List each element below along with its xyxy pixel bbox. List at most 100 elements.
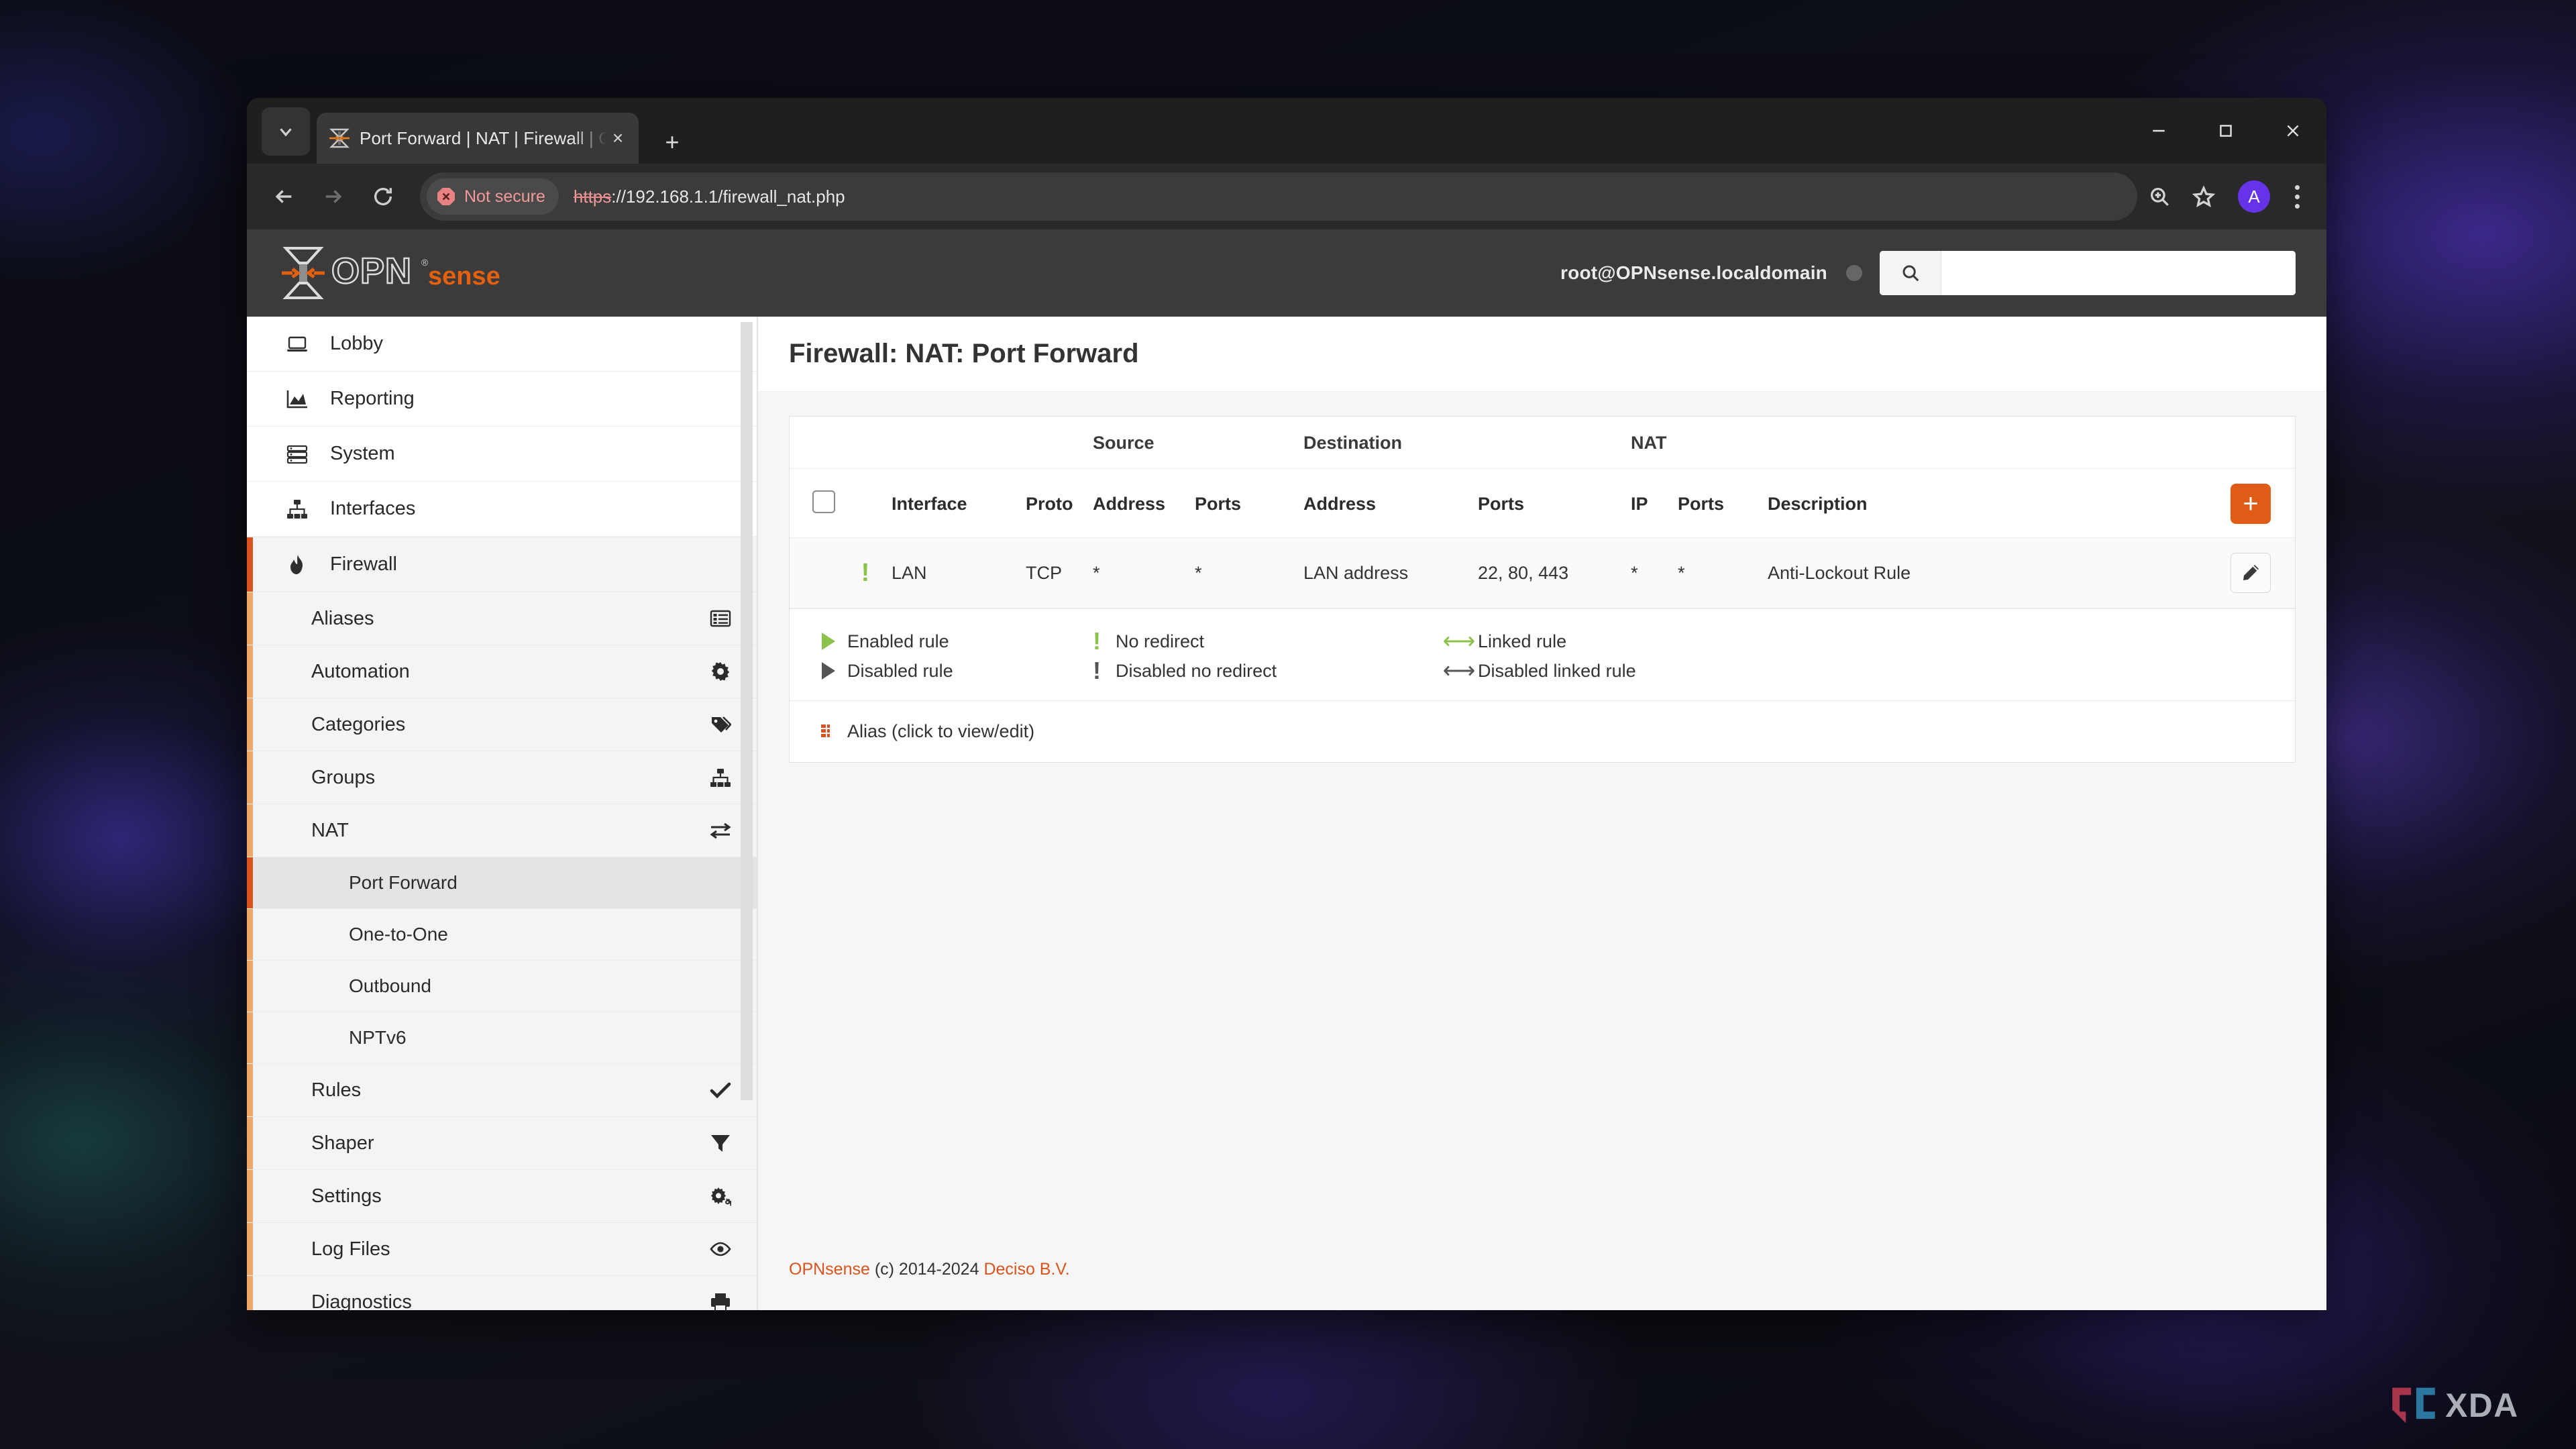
- footer-vendor-link[interactable]: Deciso B.V.: [983, 1260, 1069, 1279]
- fire-icon: [286, 553, 315, 576]
- reload-button[interactable]: [358, 172, 408, 221]
- sidebar-item-label: Log Files: [311, 1238, 703, 1260]
- add-rule-button[interactable]: +: [2231, 484, 2271, 524]
- col-nat-ports[interactable]: Ports: [1678, 469, 1768, 538]
- sidebar-item-rules[interactable]: Rules: [247, 1064, 758, 1117]
- edit-rule-button[interactable]: [2231, 553, 2271, 593]
- new-tab-button[interactable]: +: [657, 127, 687, 157]
- sidebar-item-one-to-one[interactable]: One-to-One: [247, 909, 758, 961]
- profile-avatar[interactable]: A: [2238, 180, 2270, 213]
- sidebar-scrollbar-track[interactable]: [741, 317, 756, 1310]
- sidebar: Lobby Reporting System: [247, 317, 758, 1310]
- row-proto: TCP: [1026, 538, 1093, 608]
- exclamation-grey-icon: !: [1078, 659, 1116, 683]
- sidebar-item-lobby[interactable]: Lobby: [247, 317, 758, 372]
- sidebar-scrollbar-thumb[interactable]: [741, 322, 753, 1100]
- sidebar-item-nat[interactable]: NAT: [247, 804, 758, 857]
- zoom-button[interactable]: [2137, 174, 2182, 219]
- window-controls: [2125, 98, 2326, 164]
- sidebar-item-system[interactable]: System: [247, 427, 758, 482]
- group-blank: [1195, 417, 1303, 469]
- col-interface[interactable]: Interface: [892, 469, 1026, 538]
- toolbar-right: A: [2137, 174, 2314, 219]
- group-blank: [892, 417, 1026, 469]
- search-input[interactable]: [1941, 251, 2296, 295]
- row-select-cell[interactable]: [790, 538, 839, 608]
- sidebar-item-automation[interactable]: Automation: [247, 645, 758, 698]
- search-button[interactable]: [1880, 251, 1941, 295]
- col-source-address[interactable]: Address: [1093, 469, 1195, 538]
- minimize-button[interactable]: [2125, 98, 2192, 164]
- browser-tab-active[interactable]: Port Forward | NAT | Firewall | O ×: [317, 113, 639, 164]
- arrow-right-icon: [322, 185, 345, 208]
- alias-note-label: Alias (click to view/edit): [847, 721, 1034, 742]
- header-search[interactable]: [1880, 251, 2296, 295]
- footer-brand-link[interactable]: OPNsense: [789, 1260, 870, 1279]
- group-blank: [1678, 417, 1768, 469]
- page-header: Firewall: NAT: Port Forward: [758, 317, 2326, 392]
- select-all-cell[interactable]: [790, 469, 839, 538]
- legend-label: Linked rule: [1478, 631, 1566, 652]
- maximize-button[interactable]: [2192, 98, 2259, 164]
- sidebar-item-reporting[interactable]: Reporting: [247, 372, 758, 427]
- browser-window: Port Forward | NAT | Firewall | O × +: [247, 98, 2326, 1310]
- col-nat-ip[interactable]: IP: [1631, 469, 1678, 538]
- forward-button[interactable]: [309, 172, 358, 221]
- not-secure-icon: [436, 186, 456, 207]
- col-description[interactable]: Description: [1768, 469, 2221, 538]
- col-dest-ports[interactable]: Ports: [1478, 469, 1631, 538]
- back-button[interactable]: [259, 172, 309, 221]
- sidebar-item-nptv6[interactable]: NPTv6: [247, 1012, 758, 1064]
- sidebar-item-interfaces[interactable]: Interfaces: [247, 482, 758, 537]
- exclamation-glyph: !: [1093, 629, 1101, 653]
- sidebar-item-label: Interfaces: [330, 498, 415, 520]
- list-alt-icon: [703, 608, 731, 629]
- opnsense-logo[interactable]: OPN sense ®: [282, 244, 503, 302]
- table-row[interactable]: ! LAN TCP * * LAN address 22, 80, 443 *: [790, 538, 2295, 608]
- alias-note[interactable]: Alias (click to view/edit): [790, 700, 2295, 762]
- triangle-shape: [822, 662, 835, 680]
- xda-logo-icon: XDA: [2388, 1385, 2544, 1426]
- kebab-dot: [2295, 185, 2300, 190]
- eye-icon: [703, 1238, 731, 1260]
- select-all-checkbox[interactable]: [812, 490, 835, 513]
- sidebar-item-diagnostics[interactable]: Diagnostics: [247, 1276, 758, 1310]
- sidebar-item-firewall[interactable]: Firewall: [247, 537, 758, 592]
- browser-menu-button[interactable]: [2279, 174, 2314, 219]
- sidebar-item-outbound[interactable]: Outbound: [247, 961, 758, 1012]
- sidebar-item-log-files[interactable]: Log Files: [247, 1223, 758, 1276]
- col-dest-address[interactable]: Address: [1303, 469, 1478, 538]
- col-source-ports[interactable]: Ports: [1195, 469, 1303, 538]
- arrows-glyph: ⟷: [1443, 659, 1476, 682]
- sidebar-item-label: Outbound: [349, 975, 431, 997]
- kebab-dot: [2295, 204, 2300, 209]
- sidebar-scroll-area: Lobby Reporting System: [247, 317, 758, 1310]
- tab-search-button[interactable]: [262, 107, 310, 156]
- sidebar-item-port-forward[interactable]: Port Forward: [247, 857, 758, 909]
- row-nat-ports: *: [1678, 538, 1768, 608]
- row-status-flag[interactable]: !: [839, 538, 892, 608]
- sidebar-item-aliases[interactable]: Aliases: [247, 592, 758, 645]
- sidebar-item-shaper[interactable]: Shaper: [247, 1117, 758, 1170]
- nat-rules-panel: Source Destination NAT: [789, 416, 2296, 763]
- exclamation-glyph: !: [1093, 659, 1101, 683]
- sidebar-item-groups[interactable]: Groups: [247, 751, 758, 804]
- close-window-button[interactable]: [2259, 98, 2326, 164]
- group-blank: [790, 417, 839, 469]
- tab-close-icon[interactable]: ×: [606, 127, 629, 150]
- chevron-down-icon: [276, 121, 296, 142]
- maximize-icon: [2217, 122, 2235, 140]
- tab-title: Port Forward | NAT | Firewall | O: [360, 128, 606, 149]
- address-bar[interactable]: Not secure https://192.168.1.1/firewall_…: [420, 172, 2137, 221]
- bookmark-button[interactable]: [2182, 174, 2226, 219]
- row-dest-address: LAN address: [1303, 538, 1478, 608]
- sidebar-item-settings[interactable]: Settings: [247, 1170, 758, 1223]
- row-description: Anti-Lockout Rule: [1768, 538, 2221, 608]
- main-content: Firewall: NAT: Port Forward Sou: [758, 317, 2326, 1310]
- footer-copyright: (c) 2014-2024: [870, 1260, 984, 1279]
- legend-disabled-linked-rule: ⟷ Disabled linked rule: [1440, 659, 1803, 682]
- col-proto[interactable]: Proto: [1026, 469, 1093, 538]
- sidebar-item-categories[interactable]: Categories: [247, 698, 758, 751]
- url-text[interactable]: https://192.168.1.1/firewall_nat.php: [574, 186, 845, 207]
- site-security-badge[interactable]: Not secure: [427, 178, 559, 215]
